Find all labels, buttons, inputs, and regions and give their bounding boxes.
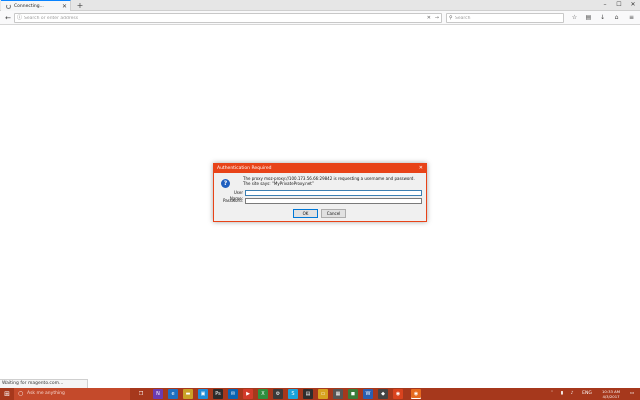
cortana-search-box[interactable]: ○ Ask me anything: [14, 388, 130, 400]
maximize-icon[interactable]: ☐: [614, 0, 624, 9]
question-icon: ?: [221, 179, 230, 188]
go-arrow-icon[interactable]: →: [435, 14, 439, 22]
word-icon[interactable]: W: [363, 389, 373, 399]
dialog-message: The proxy moz-proxy://100.173.56.66:2984…: [243, 176, 415, 186]
download-icon[interactable]: ↓: [598, 13, 607, 23]
site-info-icon[interactable]: ⓘ: [17, 14, 22, 22]
nav-bar: ← ⓘ ✕ → ⚲ ☆ ▤ ↓ ⌂ ≡: [0, 11, 640, 25]
search-input[interactable]: [455, 14, 555, 22]
app-green-icon[interactable]: ◼: [348, 389, 358, 399]
cortana-circle-icon: ○: [18, 390, 24, 397]
search-bar[interactable]: ⚲: [446, 13, 564, 23]
dialog-titlebar[interactable]: Authentication Required ✕: [214, 164, 426, 173]
password-field[interactable]: [245, 198, 422, 204]
clock[interactable]: 10:33 AM 4/3/2017: [598, 389, 624, 399]
media-player-icon[interactable]: ▶: [243, 389, 253, 399]
browser-tab[interactable]: Connecting... ✕: [1, 0, 71, 11]
tray-up-arrow-icon[interactable]: ˄: [548, 388, 556, 400]
edge-icon[interactable]: e: [168, 389, 178, 399]
back-button[interactable]: ←: [3, 13, 13, 23]
home-icon[interactable]: ⌂: [612, 13, 621, 23]
skype-icon[interactable]: S: [288, 389, 298, 399]
windows-start-icon[interactable]: ⊞: [1, 388, 13, 400]
mail-icon[interactable]: ✉: [228, 389, 238, 399]
cancel-button[interactable]: Cancel: [321, 209, 346, 218]
firefox-icon[interactable]: ◉: [411, 389, 421, 399]
stop-icon[interactable]: ✕: [427, 14, 431, 22]
status-bar: Waiting for magento.com...: [0, 379, 88, 388]
url-bar[interactable]: ⓘ ✕ →: [14, 13, 442, 23]
taskbar: ⊞ ○ Ask me anything ❐ N e ▬ ▣ Ps ✉ ▶ X ⚙…: [0, 388, 640, 400]
settings-gear-icon[interactable]: ⚙: [273, 389, 283, 399]
network-icon[interactable]: ▮: [558, 388, 566, 400]
desktop-screen: Connecting... ✕ + – ☐ ✕ ← ⓘ ✕ → ⚲ ☆ ▤ ↓ …: [0, 0, 640, 400]
dialog-title: Authentication Required: [217, 166, 272, 171]
loading-throbber-icon: [6, 3, 11, 9]
minimize-icon[interactable]: –: [600, 0, 610, 9]
ok-button[interactable]: OK: [293, 209, 318, 218]
folder-icon[interactable]: ▭: [318, 389, 328, 399]
excel-icon[interactable]: X: [258, 389, 268, 399]
password-label: Password:: [222, 198, 243, 203]
file-explorer-icon[interactable]: ▬: [183, 389, 193, 399]
firefox-orange-icon[interactable]: ◉: [393, 389, 403, 399]
tab-close-icon[interactable]: ✕: [62, 2, 67, 11]
tab-strip: Connecting... ✕ + – ☐ ✕: [0, 0, 640, 11]
reading-list-icon[interactable]: ▤: [584, 13, 593, 23]
url-input[interactable]: [24, 14, 424, 22]
bookmark-star-icon[interactable]: ☆: [570, 13, 579, 23]
photoshop-icon[interactable]: Ps: [213, 389, 223, 399]
search-icon: ⚲: [449, 15, 453, 21]
task-view-icon[interactable]: ❐: [136, 389, 146, 399]
store-icon[interactable]: ▣: [198, 389, 208, 399]
volume-icon[interactable]: ♪: [568, 388, 576, 400]
menu-icon[interactable]: ≡: [627, 13, 636, 23]
language-indicator[interactable]: ENG: [578, 388, 596, 400]
cortana-search-placeholder: Ask me anything: [27, 391, 65, 396]
onenote-icon[interactable]: N: [153, 389, 163, 399]
calculator-icon[interactable]: ▦: [333, 389, 343, 399]
notifications-icon[interactable]: ▭: [627, 388, 637, 400]
window-close-icon[interactable]: ✕: [628, 0, 638, 9]
username-field[interactable]: [245, 190, 422, 196]
app-dark-icon[interactable]: ◆: [378, 389, 388, 399]
notepad-icon[interactable]: ▤: [303, 389, 313, 399]
new-tab-button[interactable]: +: [76, 0, 84, 11]
tab-title: Connecting...: [14, 3, 44, 9]
dialog-close-icon[interactable]: ✕: [419, 164, 423, 173]
auth-dialog: Authentication Required ✕ ? The proxy mo…: [213, 163, 427, 222]
clock-date: 4/3/2017: [602, 394, 620, 399]
